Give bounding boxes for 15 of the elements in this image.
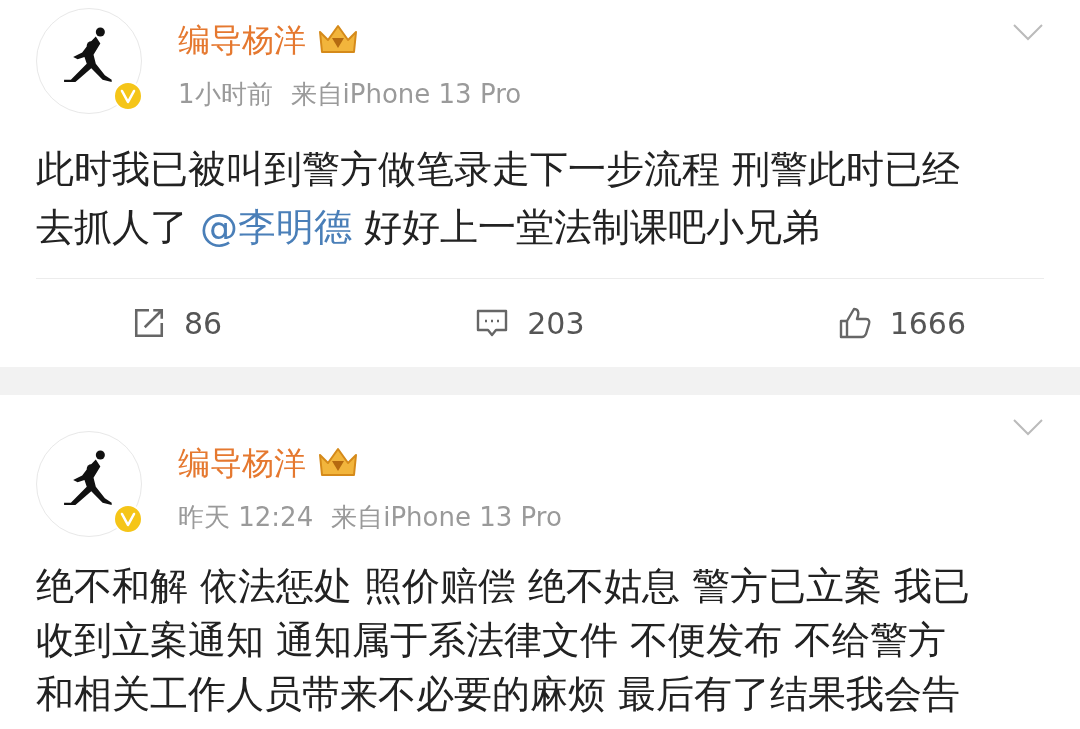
action-button[interactable]: 1666 xyxy=(837,305,966,341)
post-text-line: 和相关工作人员带来不必要的麻烦 最后有了结果我会告 xyxy=(36,671,961,718)
post-source: 来自iPhone 13 Pro xyxy=(331,501,562,533)
action-button[interactable]: 86 xyxy=(132,305,223,341)
post-text-line: 收到立案通知 通知属于系法律文件 不便发布 不给警方 xyxy=(36,617,947,664)
mention-link[interactable]: @李明德 xyxy=(200,205,353,249)
action-button[interactable]: 203 xyxy=(475,305,585,341)
post-text-line: 此时我已被叫到警方做笔录走下一步流程 刑警此时已经 xyxy=(36,146,961,193)
post-text-line: 去抓人了 @李明德 好好上一堂法制课吧小兄弟 xyxy=(36,204,821,251)
thumbs-up-icon xyxy=(837,306,872,340)
post-text-line: 绝不和解 依法惩处 照价赔偿 绝不姑息 警方已立案 我已 xyxy=(36,563,971,610)
post-time: 昨天 12:24 xyxy=(178,501,314,533)
post-time: 1小时前 xyxy=(178,78,273,110)
share-icon xyxy=(132,306,166,340)
post-source: 来自iPhone 13 Pro xyxy=(290,78,522,110)
